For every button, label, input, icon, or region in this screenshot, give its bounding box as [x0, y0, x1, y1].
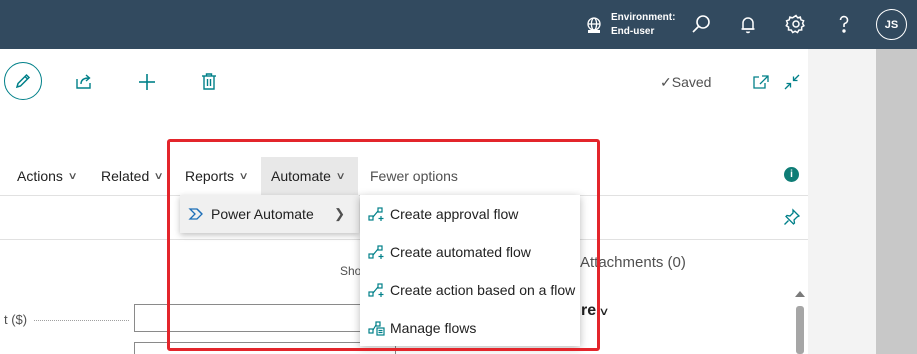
- section-heading[interactable]: re ∨: [581, 302, 610, 320]
- create-approval-flow-item[interactable]: Create approval flow: [360, 195, 580, 233]
- page-gutter: [876, 49, 917, 354]
- open-new-window-icon[interactable]: [752, 74, 770, 90]
- environment-value: End-user: [611, 26, 655, 37]
- help-icon[interactable]: [832, 12, 856, 36]
- chevron-down-icon: ∨: [238, 170, 249, 182]
- action-bar: Actions ∨ Related ∨ Reports ∨ Automate ∨ Few…: [0, 157, 808, 195]
- manage-flows-item[interactable]: Manage flows: [360, 309, 580, 347]
- automate-menu[interactable]: Automate ∨: [261, 157, 358, 195]
- checkmark-icon: ✓: [660, 74, 672, 90]
- text-field[interactable]: [134, 304, 396, 332]
- manage-flows-icon: [368, 321, 385, 336]
- side-panel: [808, 49, 876, 354]
- reports-menu[interactable]: Reports ∨: [185, 157, 249, 195]
- info-icon[interactable]: i: [784, 167, 799, 182]
- pin-icon[interactable]: [783, 208, 801, 226]
- bell-icon[interactable]: [736, 12, 760, 36]
- gear-icon[interactable]: [784, 12, 808, 36]
- edit-button[interactable]: [4, 62, 42, 100]
- top-bar: Environment: End-user JS: [0, 0, 917, 49]
- chevron-down-icon: ∨: [67, 170, 78, 182]
- chevron-down-icon: ∨: [598, 306, 610, 318]
- flow-icon: [368, 283, 384, 297]
- plus-icon[interactable]: [137, 72, 157, 92]
- environment-icon: [587, 17, 601, 33]
- chevron-right-icon: ❯: [334, 206, 345, 221]
- chevron-down-icon: ∨: [153, 170, 165, 182]
- show-link[interactable]: Sho: [340, 264, 361, 278]
- chevron-down-icon: ∨: [335, 170, 346, 182]
- scrollbar-thumb[interactable]: [796, 306, 804, 354]
- text-field[interactable]: [134, 342, 396, 354]
- create-action-flow-item[interactable]: Create action based on a flow: [360, 271, 580, 309]
- saved-status: ✓Saved: [660, 74, 712, 90]
- flow-flyout-menu: Create approval flow Create automated fl…: [360, 195, 580, 346]
- create-automated-flow-item[interactable]: Create automated flow: [360, 233, 580, 271]
- power-automate-submenu-item[interactable]: Power Automate ❯: [180, 195, 359, 233]
- field-label: t ($): [4, 312, 28, 327]
- delete-icon[interactable]: [200, 72, 218, 91]
- field-leader: [34, 320, 129, 321]
- flow-icon: [368, 245, 384, 259]
- avatar[interactable]: JS: [876, 9, 907, 40]
- share-icon[interactable]: [74, 72, 94, 90]
- scroll-up-arrow[interactable]: [795, 291, 805, 297]
- flow-icon: [368, 207, 384, 221]
- environment-indicator[interactable]: Environment: End-user: [585, 11, 675, 39]
- fewer-options-button[interactable]: Fewer options: [370, 157, 458, 195]
- related-menu[interactable]: Related ∨: [101, 157, 165, 195]
- attachments-tab[interactable]: Attachments (0): [580, 254, 686, 271]
- actions-menu[interactable]: Actions ∨: [17, 157, 78, 195]
- edit-icon: [15, 73, 31, 89]
- collapse-icon[interactable]: [783, 73, 801, 91]
- search-icon[interactable]: [689, 12, 713, 36]
- power-automate-icon: [188, 208, 203, 220]
- environment-label: Environment:: [611, 12, 676, 23]
